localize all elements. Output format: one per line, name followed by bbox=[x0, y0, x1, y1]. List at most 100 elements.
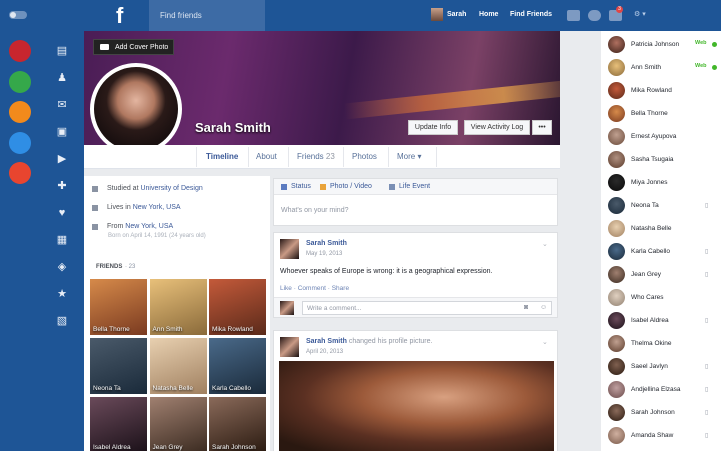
chat-contact[interactable]: Mika Rowland bbox=[601, 79, 721, 102]
chat-contact[interactable]: Natasha Belle bbox=[601, 217, 721, 240]
tab-about[interactable]: About bbox=[256, 152, 277, 161]
calendar-icon[interactable]: ▦ bbox=[56, 234, 68, 246]
friend-tile[interactable]: Ann Smith bbox=[149, 279, 207, 335]
view-activity-log-button[interactable]: View Activity Log bbox=[464, 120, 530, 135]
mail-icon[interactable]: ✉ bbox=[56, 99, 68, 111]
post-date[interactable]: May 19, 2013 bbox=[306, 251, 342, 257]
chat-contact-name: Ann Smith bbox=[631, 64, 661, 71]
notes-icon[interactable] bbox=[9, 131, 31, 154]
search-input[interactable] bbox=[149, 0, 265, 31]
messages-icon[interactable] bbox=[588, 10, 601, 21]
profile-name[interactable]: Sarah Smith bbox=[195, 120, 271, 135]
tab-friends[interactable]: Friends 23 bbox=[297, 152, 335, 161]
composer-photo-tab[interactable]: Photo / Video bbox=[320, 183, 372, 190]
lives-link[interactable]: New York, USA bbox=[133, 204, 181, 211]
friend-tile[interactable]: Mika Rowland bbox=[209, 279, 266, 335]
chat-contact[interactable]: Ernest Ayupova bbox=[601, 125, 721, 148]
chat-contact[interactable]: Patricia Johnson Web bbox=[601, 33, 721, 56]
chat-contact[interactable]: Sasha Tsugaia bbox=[601, 148, 721, 171]
star-icon[interactable]: ★ bbox=[56, 288, 68, 300]
chat-contact[interactable]: Andjellina Elzasa ▯ bbox=[601, 378, 721, 401]
profile-picture[interactable] bbox=[90, 63, 182, 155]
heart-icon[interactable]: ♥ bbox=[56, 207, 68, 219]
emoji-icon[interactable]: ☺ bbox=[540, 304, 547, 311]
post-author-link[interactable]: Sarah Smith bbox=[306, 338, 347, 345]
post-image[interactable] bbox=[279, 361, 554, 451]
about-lives: Lives in New York, USA bbox=[92, 204, 181, 211]
chat-contact[interactable]: Saeel Javlyn ▯ bbox=[601, 355, 721, 378]
tab-friends-count: 23 bbox=[325, 152, 335, 161]
comment-link[interactable]: Comment bbox=[298, 285, 326, 292]
gamepad-icon[interactable]: ✚ bbox=[56, 180, 68, 192]
chevron-down-icon[interactable]: ⌄ bbox=[542, 338, 548, 346]
home-link[interactable]: Home bbox=[479, 11, 498, 18]
info-icon[interactable] bbox=[9, 162, 31, 184]
glasses-icon[interactable] bbox=[9, 101, 31, 123]
chat-contact[interactable]: Isabel Aldrea ▯ bbox=[601, 309, 721, 332]
comment-input[interactable] bbox=[302, 301, 552, 315]
chat-contact[interactable]: Who Cares bbox=[601, 286, 721, 309]
friend-tile[interactable]: Sarah Johnson bbox=[209, 397, 266, 451]
post-date[interactable]: April 20, 2013 bbox=[306, 349, 343, 355]
chat-contact[interactable]: Sarah Johnson ▯ bbox=[601, 401, 721, 424]
friend-tile[interactable]: Bella Thorne bbox=[90, 279, 147, 335]
tab-more[interactable]: More ▾ bbox=[397, 152, 421, 161]
post-author[interactable]: Sarah Smith bbox=[306, 240, 347, 247]
composer-tabs: Status Photo / Video Life Event bbox=[274, 179, 557, 195]
chat-contact-name: Saeel Javlyn bbox=[631, 363, 668, 370]
school-link[interactable]: University of Design bbox=[140, 185, 202, 192]
friend-requests-icon[interactable] bbox=[567, 10, 580, 21]
chat-contact-name: Karla Cabello bbox=[631, 248, 671, 255]
chat-contact-name: Patricia Johnson bbox=[631, 41, 680, 48]
chat-contact[interactable]: Amanda Shaw ▯ bbox=[601, 424, 721, 447]
chat-contact[interactable]: Karla Cabello ▯ bbox=[601, 240, 721, 263]
profile-link[interactable]: Sarah bbox=[431, 8, 466, 21]
box-icon[interactable]: ▧ bbox=[56, 315, 68, 327]
chat-contact[interactable]: Miya Jonnes bbox=[601, 171, 721, 194]
chat-contact[interactable]: Thelma Okine bbox=[601, 332, 721, 355]
contact-card-icon[interactable]: ▣ bbox=[56, 126, 68, 138]
tab-photos[interactable]: Photos bbox=[352, 152, 377, 161]
tab-timeline[interactable]: Timeline bbox=[206, 152, 238, 161]
chat-contact-name: Neona Ta bbox=[631, 202, 659, 209]
friend-tile[interactable]: Natasha Belle bbox=[149, 338, 207, 394]
friends-header[interactable]: FRIENDS bbox=[96, 264, 122, 270]
chat-contact[interactable]: Jean Grey ▯ bbox=[601, 263, 721, 286]
uk-flag-icon[interactable] bbox=[9, 40, 31, 62]
facebook-logo[interactable]: f bbox=[116, 3, 123, 29]
avatar bbox=[608, 243, 625, 260]
rss-icon[interactable] bbox=[9, 70, 31, 93]
chat-contact-name: Andjellina Elzasa bbox=[631, 386, 681, 393]
chat-contact[interactable]: Bella Thorne bbox=[601, 102, 721, 125]
share-link[interactable]: Share bbox=[332, 285, 349, 292]
from-link[interactable]: New York, USA bbox=[125, 223, 173, 230]
more-options-button[interactable]: ••• bbox=[532, 120, 552, 135]
left-nav: ▤ ♟ ✉ ▣ ▶ ✚ ♥ ▦ ◈ ★ ▧ bbox=[0, 31, 84, 451]
avatar[interactable] bbox=[280, 239, 299, 259]
friend-tile[interactable]: Karla Cabello bbox=[209, 338, 266, 394]
document-icon[interactable]: ▤ bbox=[56, 45, 68, 57]
composer-input[interactable]: What's on your mind? bbox=[281, 207, 348, 214]
update-info-button[interactable]: Update Info bbox=[408, 120, 458, 135]
find-friends-link[interactable]: Find Friends bbox=[510, 11, 552, 18]
camera-icon[interactable]: ◙ bbox=[524, 304, 528, 311]
users-icon[interactable]: ♟ bbox=[56, 72, 68, 84]
friend-tile[interactable]: Jean Grey bbox=[149, 397, 207, 451]
chat-contact[interactable]: Ann Smith Web bbox=[601, 56, 721, 79]
chevron-down-icon[interactable]: ⌄ bbox=[542, 240, 548, 248]
avatar[interactable] bbox=[280, 337, 299, 357]
shield-icon[interactable]: ◈ bbox=[56, 261, 68, 273]
like-link[interactable]: Like bbox=[280, 285, 292, 292]
toggle-switch[interactable] bbox=[9, 11, 27, 19]
composer-photo-label: Photo / Video bbox=[330, 183, 372, 190]
chat-contact[interactable]: Neona Ta ▯ bbox=[601, 194, 721, 217]
settings-menu[interactable]: ⚙ ▾ bbox=[634, 10, 646, 18]
video-icon[interactable]: ▶ bbox=[56, 153, 68, 165]
friend-tile[interactable]: Isabel Aldrea bbox=[90, 397, 147, 451]
composer-life-event-tab[interactable]: Life Event bbox=[389, 183, 430, 190]
composer-status-tab[interactable]: Status bbox=[281, 183, 311, 190]
friend-name: Jean Grey bbox=[152, 444, 183, 451]
friend-tile[interactable]: Neona Ta bbox=[90, 338, 147, 394]
composer: Status Photo / Video Life Event What's o… bbox=[273, 178, 558, 226]
add-cover-photo-button[interactable]: Add Cover Photo bbox=[93, 39, 174, 55]
